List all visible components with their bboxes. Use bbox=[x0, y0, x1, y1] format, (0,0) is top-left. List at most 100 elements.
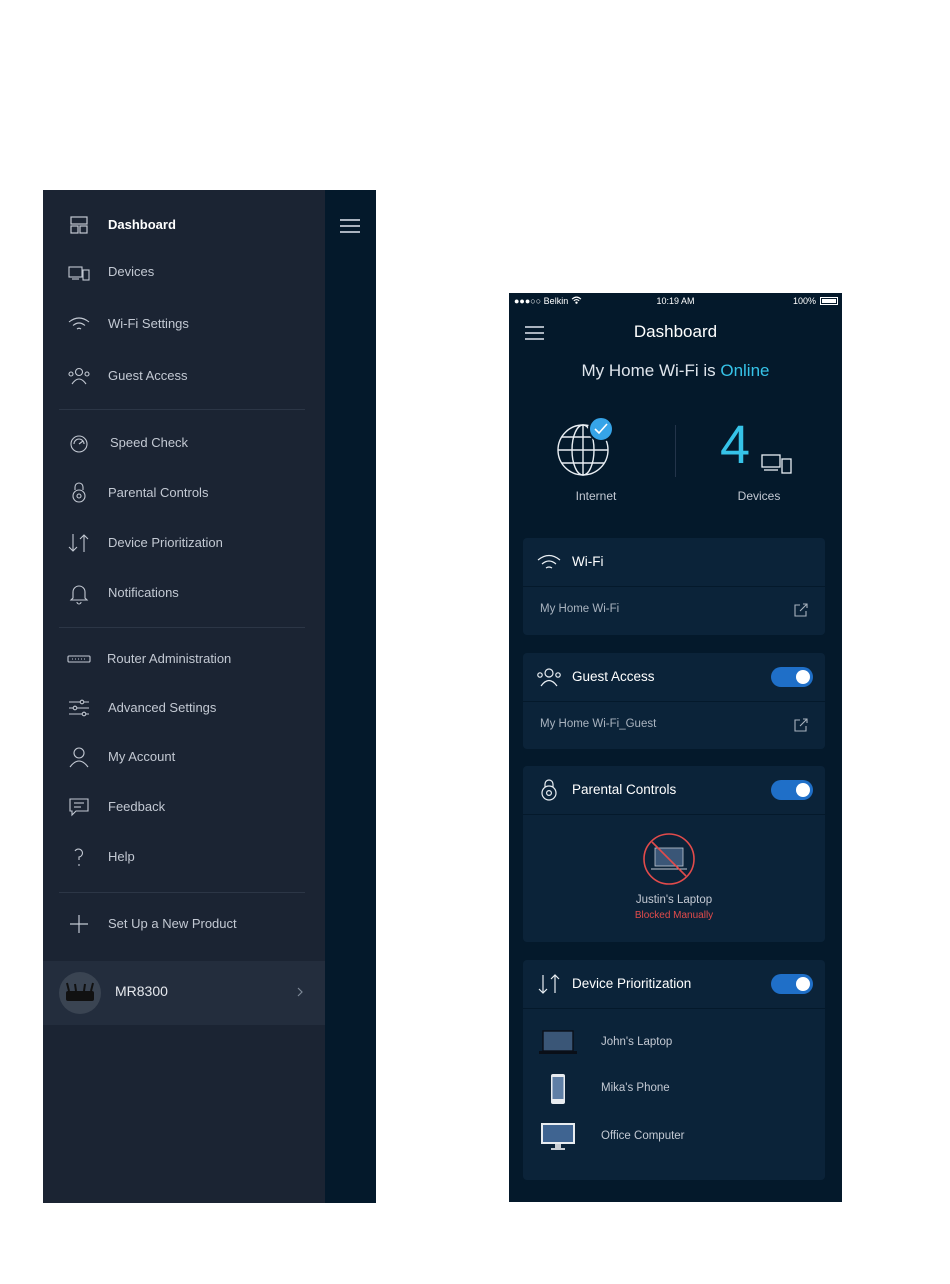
priority-device-name: Mika's Phone bbox=[601, 1082, 670, 1094]
product-avatar bbox=[59, 972, 101, 1014]
speed-check-icon bbox=[70, 435, 88, 453]
drawer-panel: Dashboard Devices Wi-Fi Settings Guest A… bbox=[43, 190, 325, 1203]
parental-controls-icon bbox=[541, 779, 557, 801]
guest-access-icon bbox=[68, 367, 90, 385]
network-status-value: Online bbox=[720, 361, 770, 380]
chat-icon bbox=[69, 798, 89, 817]
nav-item-router-administration[interactable]: Router Administration bbox=[43, 641, 325, 677]
network-status-line: My Home Wi-Fi is Online bbox=[509, 361, 842, 381]
nav-item-device-prioritization[interactable]: Device Prioritization bbox=[43, 525, 325, 561]
wifi-icon bbox=[537, 554, 561, 569]
external-link-icon[interactable] bbox=[793, 717, 809, 733]
priority-device-name: Office Computer bbox=[601, 1130, 685, 1142]
nav-label: Devices bbox=[108, 264, 155, 279]
nav-item-guest-access[interactable]: Guest Access bbox=[43, 358, 325, 394]
device-prioritization-card-header[interactable]: Device Prioritization bbox=[523, 960, 825, 1008]
guest-access-card-header[interactable]: Guest Access bbox=[523, 653, 825, 701]
parental-controls-toggle[interactable] bbox=[771, 780, 813, 800]
product-name: MR8300 bbox=[115, 983, 168, 999]
nav-label: Help bbox=[108, 849, 135, 864]
nav-label: Device Prioritization bbox=[108, 535, 223, 550]
network-status-prefix: My Home Wi-Fi is bbox=[581, 361, 716, 380]
user-icon bbox=[69, 747, 89, 768]
card-separator bbox=[523, 586, 825, 587]
nav-label: Set Up a New Product bbox=[108, 916, 237, 931]
nav-divider bbox=[59, 892, 305, 893]
external-link-icon[interactable] bbox=[793, 602, 809, 618]
phone-icon bbox=[551, 1074, 565, 1104]
parental-controls-card-header[interactable]: Parental Controls bbox=[523, 766, 825, 814]
wifi-card: Wi-Fi My Home Wi-Fi bbox=[523, 538, 825, 635]
device-prioritization-toggle[interactable] bbox=[771, 974, 813, 994]
nav-label: Speed Check bbox=[110, 435, 189, 450]
wifi-network-name: My Home Wi-Fi bbox=[540, 603, 620, 615]
nav-label: My Account bbox=[108, 749, 176, 764]
nav-item-set-up-new-product[interactable]: Set Up a New Product bbox=[43, 906, 325, 942]
nav-item-parental-controls[interactable]: Parental Controls bbox=[43, 475, 325, 511]
device-prioritization-card-title: Device Prioritization bbox=[572, 976, 692, 991]
prioritization-icon bbox=[538, 974, 560, 994]
card-separator bbox=[523, 1008, 825, 1009]
priority-device-row[interactable]: John's Laptop bbox=[523, 1023, 825, 1063]
product-row-mr8300[interactable]: MR8300 bbox=[43, 961, 325, 1025]
nav-item-dashboard[interactable]: Dashboard bbox=[43, 207, 325, 243]
prioritization-icon bbox=[68, 534, 89, 552]
nav-item-my-account[interactable]: My Account bbox=[43, 739, 325, 775]
nav-item-help[interactable]: Help bbox=[43, 839, 325, 875]
menu-close-button[interactable] bbox=[340, 218, 360, 234]
internet-label: Internet bbox=[575, 489, 617, 503]
nav-label: Wi-Fi Settings bbox=[108, 316, 189, 331]
router-icon bbox=[67, 655, 91, 663]
sliders-icon bbox=[69, 699, 89, 717]
device-prioritization-card: Device Prioritization John's Laptop Mika… bbox=[523, 960, 825, 1180]
battery-percent: 100% bbox=[792, 296, 816, 306]
battery-icon bbox=[820, 297, 838, 305]
nav-divider bbox=[59, 409, 305, 410]
bell-icon bbox=[69, 585, 89, 605]
nav-item-feedback[interactable]: Feedback bbox=[43, 789, 325, 825]
card-separator bbox=[523, 814, 825, 815]
dashboard-icon bbox=[70, 216, 88, 234]
card-separator bbox=[523, 701, 825, 702]
nav-label: Parental Controls bbox=[108, 485, 209, 500]
laptop-icon bbox=[539, 1030, 577, 1054]
dashboard-screen: ●●●○○ Belkin 10:19 AM 100% Dashboard My … bbox=[509, 293, 842, 1202]
wifi-card-header[interactable]: Wi-Fi bbox=[523, 538, 825, 586]
nav-item-advanced-settings[interactable]: Advanced Settings bbox=[43, 690, 325, 726]
guest-network-name: My Home Wi-Fi_Guest bbox=[540, 718, 657, 730]
nav-label: Feedback bbox=[108, 799, 166, 814]
globe-icon bbox=[557, 416, 614, 476]
status-bar: ●●●○○ Belkin 10:19 AM 100% bbox=[509, 293, 842, 309]
guest-access-card: Guest Access My Home Wi-Fi_Guest bbox=[523, 653, 825, 749]
nav-item-devices[interactable]: Devices bbox=[43, 254, 325, 290]
nav-item-speed-check[interactable]: Speed Check bbox=[43, 425, 325, 461]
nav-label: Advanced Settings bbox=[108, 700, 217, 715]
nav-item-wifi-settings[interactable]: Wi-Fi Settings bbox=[43, 306, 325, 342]
internet-status[interactable]: Internet bbox=[546, 413, 646, 503]
device-count: 4 bbox=[720, 415, 751, 475]
blocked-device-icon[interactable] bbox=[642, 832, 696, 886]
priority-device-row[interactable]: Mika's Phone bbox=[523, 1069, 825, 1109]
page-title: Dashboard bbox=[633, 322, 718, 341]
guest-access-toggle[interactable] bbox=[771, 667, 813, 687]
parental-controls-icon bbox=[72, 482, 86, 503]
wifi-card-title: Wi-Fi bbox=[572, 554, 604, 569]
nav-item-notifications[interactable]: Notifications bbox=[43, 575, 325, 611]
priority-device-row[interactable]: Office Computer bbox=[523, 1117, 825, 1157]
nav-label: Router Administration bbox=[107, 651, 232, 666]
blocked-device-name: Justin's Laptop bbox=[635, 894, 713, 906]
guest-access-card-title: Guest Access bbox=[572, 669, 655, 684]
devices-icon bbox=[68, 266, 90, 281]
nav-label: Notifications bbox=[108, 585, 179, 600]
guest-access-icon bbox=[537, 668, 561, 687]
question-icon bbox=[74, 848, 83, 866]
nav-label: Dashboard bbox=[108, 217, 176, 232]
devices-summary[interactable]: 4 Devices bbox=[714, 413, 804, 503]
parental-controls-card-title: Parental Controls bbox=[572, 782, 677, 797]
router-image-icon bbox=[66, 982, 94, 1001]
plus-icon bbox=[70, 915, 88, 933]
navigation-drawer: Dashboard Devices Wi-Fi Settings Guest A… bbox=[43, 190, 376, 1203]
check-badge-icon bbox=[588, 416, 614, 442]
nav-label: Guest Access bbox=[108, 368, 188, 383]
wifi-icon bbox=[68, 317, 90, 330]
